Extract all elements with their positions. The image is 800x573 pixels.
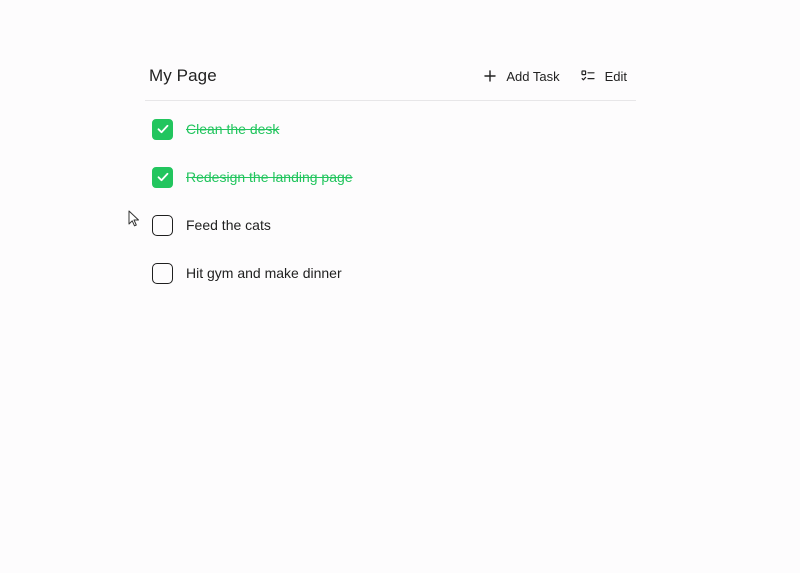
task-checkbox[interactable] bbox=[152, 214, 173, 236]
task-checkbox[interactable] bbox=[152, 262, 173, 284]
task-label: Hit gym and make dinner bbox=[186, 265, 342, 281]
toolbar: Add Task Edit bbox=[484, 69, 627, 84]
page-container: My Page Add Task Edit Clean the desk Red… bbox=[145, 52, 636, 297]
plus-icon bbox=[484, 70, 497, 82]
task-label: Clean the desk bbox=[186, 121, 280, 137]
page-header: My Page Add Task Edit bbox=[145, 52, 636, 101]
edit-label: Edit bbox=[604, 68, 627, 84]
task-checkbox-checked[interactable] bbox=[152, 166, 173, 188]
add-task-button[interactable]: Add Task bbox=[484, 68, 560, 84]
mouse-cursor-icon bbox=[128, 210, 140, 232]
task-item: Feed the cats bbox=[145, 201, 636, 249]
task-item: Redesign the landing page bbox=[145, 153, 636, 201]
check-icon bbox=[157, 124, 168, 134]
edit-button[interactable]: Edit bbox=[580, 68, 627, 84]
task-list: Clean the desk Redesign the landing page… bbox=[145, 105, 636, 297]
check-icon bbox=[157, 172, 168, 182]
add-task-label: Add Task bbox=[506, 68, 560, 84]
task-item: Clean the desk bbox=[145, 105, 636, 153]
task-checkbox-checked[interactable] bbox=[152, 118, 173, 140]
page-title: My Page bbox=[149, 66, 217, 85]
task-label: Feed the cats bbox=[186, 217, 271, 233]
checklist-icon bbox=[580, 70, 595, 82]
task-item: Hit gym and make dinner bbox=[145, 249, 636, 297]
task-label: Redesign the landing page bbox=[186, 169, 353, 185]
